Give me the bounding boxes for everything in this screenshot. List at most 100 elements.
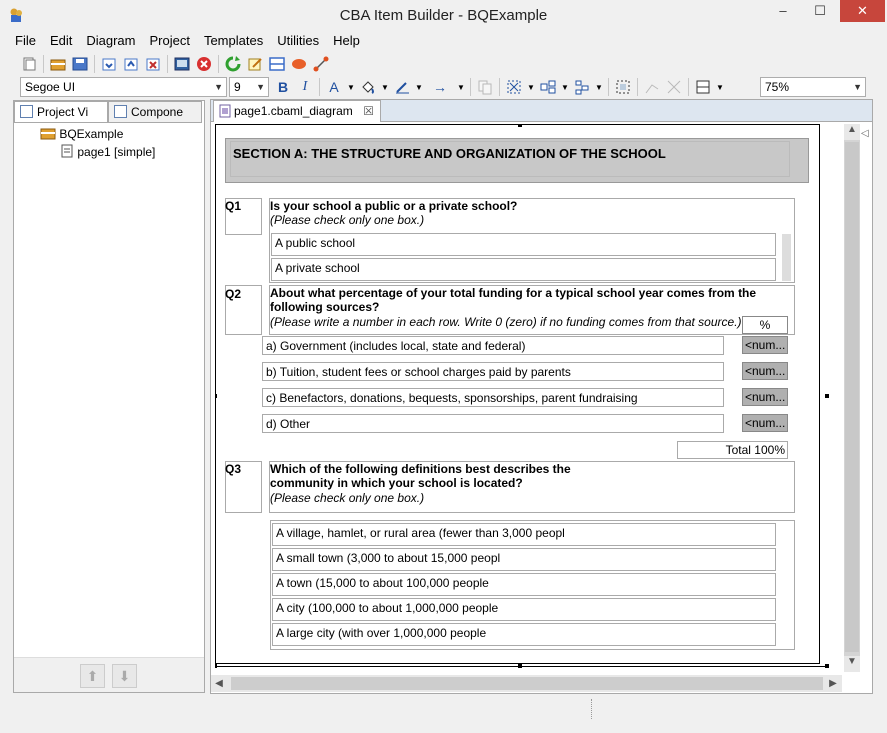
stop-icon[interactable] bbox=[194, 54, 214, 74]
q2-input-tuition[interactable]: <num... bbox=[742, 362, 788, 380]
tab-page1-diagram[interactable]: page1.cbaml_diagram ☒ bbox=[213, 100, 381, 122]
horizontal-scrollbar[interactable]: ◀ ▶ bbox=[211, 675, 842, 692]
status-bar bbox=[0, 697, 887, 733]
q2-row-tuition[interactable]: b) Tuition, student fees or school charg… bbox=[262, 362, 724, 381]
import-icon[interactable] bbox=[99, 54, 119, 74]
move-down-button[interactable]: ⬇ bbox=[112, 664, 137, 688]
layout-icon[interactable] bbox=[267, 54, 287, 74]
q2-number: Q2 bbox=[225, 287, 242, 301]
q3-option-small-town[interactable]: A small town (3,000 to about 15,000 peop… bbox=[272, 548, 776, 571]
route-icon[interactable] bbox=[642, 77, 662, 97]
q2-text-line1: About what percentage of your total fund… bbox=[270, 286, 757, 300]
chevron-down-icon[interactable]: ▼ bbox=[346, 77, 356, 97]
connector-icon[interactable] bbox=[311, 54, 331, 74]
italic-button[interactable]: I bbox=[295, 77, 315, 97]
arrange-icon[interactable] bbox=[538, 77, 558, 97]
scroll-left-icon[interactable]: ◀ bbox=[211, 675, 227, 692]
select-all-icon[interactable] bbox=[504, 77, 524, 97]
grid-icon[interactable] bbox=[693, 77, 713, 97]
page-icon bbox=[61, 144, 73, 158]
vertical-scrollbar[interactable]: ▲ ▼ bbox=[844, 124, 860, 672]
q2-input-other[interactable]: <num... bbox=[742, 414, 788, 432]
arrow-style-button[interactable]: → bbox=[426, 77, 454, 97]
refresh-icon[interactable] bbox=[223, 54, 243, 74]
line-color-icon[interactable] bbox=[392, 77, 412, 97]
align-icon[interactable] bbox=[572, 77, 592, 97]
fill-color-icon[interactable] bbox=[358, 77, 378, 97]
bold-button[interactable]: B bbox=[273, 77, 293, 97]
font-family-select[interactable]: Segoe UI ▼ bbox=[20, 77, 227, 97]
delete-page-icon[interactable] bbox=[143, 54, 163, 74]
q2-input-benefactors[interactable]: <num... bbox=[742, 388, 788, 406]
auto-size-icon[interactable] bbox=[613, 77, 633, 97]
route-reset-icon[interactable] bbox=[664, 77, 684, 97]
q3-option-town[interactable]: A town (15,000 to about 100,000 people bbox=[272, 573, 776, 596]
new-icon[interactable] bbox=[19, 54, 39, 74]
q3-option-village[interactable]: A village, hamlet, or rural area (fewer … bbox=[272, 523, 776, 546]
move-up-button[interactable]: ⬆ bbox=[80, 664, 105, 688]
questionnaire-page[interactable]: SECTION A: THE STRUCTURE AND ORGANIZATIO… bbox=[215, 124, 820, 664]
font-size-select[interactable]: 9 ▼ bbox=[229, 77, 269, 97]
export-icon[interactable] bbox=[121, 54, 141, 74]
edit-icon[interactable] bbox=[245, 54, 265, 74]
tree-item-project[interactable]: BQExample bbox=[40, 126, 123, 141]
format-toolbar: B I A ▼ ▼ ▼ → ▼ ▼ ▼ ▼ ▼ bbox=[272, 77, 726, 97]
q2-row-benefactors[interactable]: c) Benefactors, donations, bequests, spo… bbox=[262, 388, 724, 407]
q2-input-government[interactable]: <num... bbox=[742, 336, 788, 354]
menu-help[interactable]: Help bbox=[326, 32, 367, 50]
folder-icon bbox=[40, 128, 56, 140]
q1-option-public[interactable]: A public school bbox=[271, 233, 776, 256]
section-header[interactable]: SECTION A: THE STRUCTURE AND ORGANIZATIO… bbox=[225, 138, 809, 183]
maximize-button[interactable]: ☐ bbox=[803, 0, 837, 22]
chevron-down-icon[interactable]: ▼ bbox=[414, 77, 424, 97]
chevron-down-icon[interactable]: ▼ bbox=[594, 77, 604, 97]
tree-item-project-label: BQExample bbox=[59, 127, 124, 141]
chevron-down-icon[interactable]: ▼ bbox=[456, 77, 466, 97]
horizontal-scroll-thumb[interactable] bbox=[231, 677, 823, 690]
q1-scrollbar[interactable] bbox=[782, 234, 791, 281]
q2-text-line2: following sources? bbox=[270, 300, 380, 314]
menu-diagram[interactable]: Diagram bbox=[79, 32, 142, 50]
chevron-down-icon[interactable]: ▼ bbox=[380, 77, 390, 97]
scroll-down-icon[interactable]: ▼ bbox=[844, 656, 860, 672]
tree-item-page[interactable]: page1 [simple] bbox=[60, 144, 155, 159]
menu-file[interactable]: File bbox=[8, 32, 43, 50]
menu-project[interactable]: Project bbox=[142, 32, 196, 50]
chevron-down-icon[interactable]: ▼ bbox=[560, 77, 570, 97]
selection-handle[interactable] bbox=[518, 124, 522, 127]
q1-hint: (Please check only one box.) bbox=[270, 213, 425, 227]
menu-utilities[interactable]: Utilities bbox=[270, 32, 326, 50]
zoom-select[interactable]: 75% ▼ bbox=[760, 77, 866, 97]
preview-icon[interactable] bbox=[172, 54, 192, 74]
tree-nav-bar: ⬆ ⬇ bbox=[14, 657, 204, 692]
open-project-icon[interactable] bbox=[48, 54, 68, 74]
scroll-up-icon[interactable]: ▲ bbox=[844, 124, 860, 140]
close-tab-icon[interactable]: ☒ bbox=[363, 101, 374, 121]
selection-handle[interactable] bbox=[825, 394, 829, 398]
q3-option-large-city[interactable]: A large city (with over 1,000,000 people bbox=[272, 623, 776, 646]
q2-total: Total 100% bbox=[677, 441, 788, 459]
diagram-canvas[interactable]: SECTION A: THE STRUCTURE AND ORGANIZATIO… bbox=[215, 124, 841, 669]
chevron-down-icon[interactable]: ▼ bbox=[526, 77, 536, 97]
q2-row-other[interactable]: d) Other bbox=[262, 414, 724, 433]
menu-edit[interactable]: Edit bbox=[43, 32, 79, 50]
menu-templates[interactable]: Templates bbox=[197, 32, 270, 50]
minimize-button[interactable]: – bbox=[766, 0, 800, 22]
scroll-right-icon[interactable]: ▶ bbox=[825, 675, 841, 692]
q2-row-government[interactable]: a) Government (includes local, state and… bbox=[262, 336, 724, 355]
ellipse-icon[interactable] bbox=[289, 54, 309, 74]
vertical-scroll-thumb[interactable] bbox=[845, 142, 859, 652]
palette-toggle-icon[interactable]: ◁ bbox=[861, 128, 871, 144]
copy-appearance-icon[interactable] bbox=[475, 77, 495, 97]
selection-handle[interactable] bbox=[215, 394, 217, 398]
font-color-button[interactable]: A bbox=[324, 77, 344, 97]
tab-project-view[interactable]: Project Vi bbox=[14, 101, 108, 123]
tab-components[interactable]: Compone bbox=[108, 101, 202, 123]
chevron-down-icon[interactable]: ▼ bbox=[715, 77, 725, 97]
q3-option-city[interactable]: A city (100,000 to about 1,000,000 peopl… bbox=[272, 598, 776, 621]
q1-option-private[interactable]: A private school bbox=[271, 258, 776, 281]
tree-item-page-label: page1 [simple] bbox=[77, 145, 156, 159]
diagram-file-icon bbox=[219, 104, 231, 118]
save-icon[interactable] bbox=[70, 54, 90, 74]
close-button[interactable]: ✕ bbox=[840, 0, 885, 22]
